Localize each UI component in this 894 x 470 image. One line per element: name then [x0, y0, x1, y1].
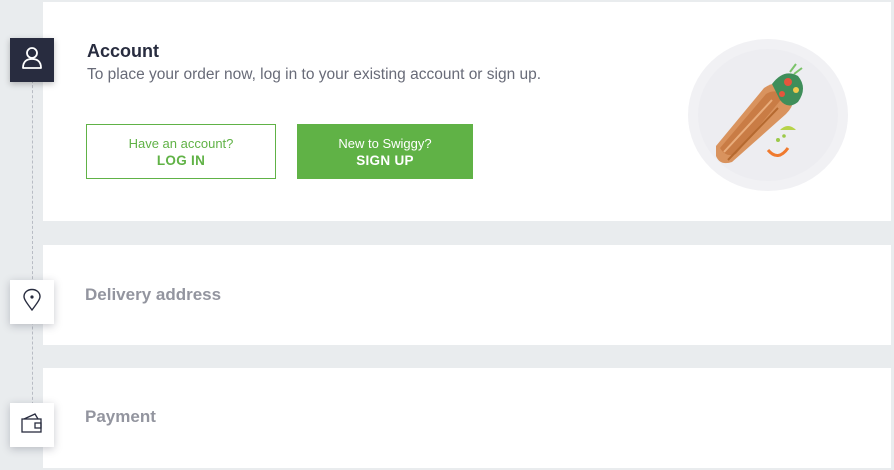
delivery-address-title: Delivery address	[85, 285, 222, 304]
signup-button[interactable]: New to Swiggy? SIGN UP	[297, 124, 473, 179]
payment-step-badge	[10, 403, 54, 447]
login-prompt: Have an account?	[128, 135, 234, 151]
login-button[interactable]: Have an account? LOG IN	[86, 124, 276, 179]
account-subtitle: To place your order now, log in to your …	[87, 66, 542, 83]
account-title: Account	[87, 41, 159, 61]
payment-title: Payment	[85, 407, 156, 426]
account-step-badge	[10, 38, 54, 82]
delivery-step-badge	[10, 280, 54, 324]
signup-prompt: New to Swiggy?	[338, 135, 432, 151]
signup-label: SIGN UP	[356, 152, 414, 168]
food-wrap-illustration	[686, 38, 850, 192]
login-label: LOG IN	[156, 152, 206, 168]
step-connector-line	[32, 60, 33, 430]
location-pin-icon	[22, 288, 42, 317]
payment-section[interactable]	[43, 368, 891, 468]
wallet-icon	[20, 412, 44, 439]
user-icon	[21, 46, 43, 75]
